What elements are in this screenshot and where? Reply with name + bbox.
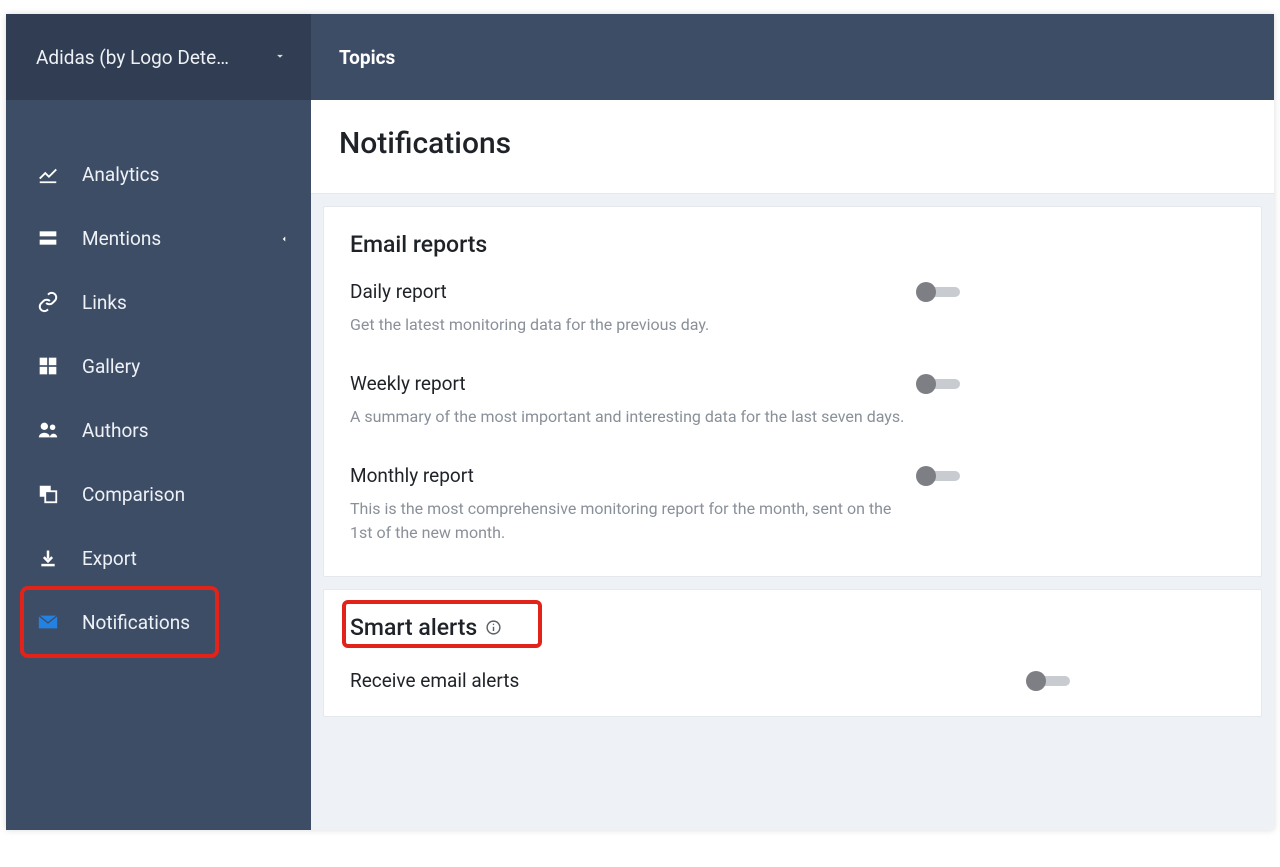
sidebar-item-label: Authors: [82, 419, 149, 442]
caret-left-icon: [279, 229, 289, 248]
sidebar-item-comparison[interactable]: Comparison: [6, 462, 311, 526]
info-icon[interactable]: [485, 619, 502, 636]
sidebar-item-authors[interactable]: Authors: [6, 398, 311, 462]
toggle-knob: [916, 282, 936, 302]
notifications-icon: [36, 610, 60, 634]
main-area: Topics Notifications Email reports Daily…: [311, 14, 1274, 830]
sidebar-item-links[interactable]: Links: [6, 270, 311, 334]
project-selector[interactable]: Adidas (by Logo Dete…: [6, 14, 311, 100]
email-reports-heading: Email reports: [350, 231, 1235, 258]
page-header: Notifications: [311, 100, 1274, 194]
daily-report-desc: Get the latest monitoring data for the p…: [350, 313, 709, 338]
monthly-report-text: Monthly report This is the most comprehe…: [350, 464, 910, 547]
link-icon: [36, 290, 60, 314]
email-reports-card: Email reports Daily report Get the lates…: [323, 206, 1262, 577]
daily-report-text: Daily report Get the latest monitoring d…: [350, 280, 709, 338]
mentions-icon: [36, 226, 60, 250]
daily-report-row: Daily report Get the latest monitoring d…: [350, 280, 960, 338]
sidebar-item-label: Export: [82, 547, 137, 570]
export-icon: [36, 546, 60, 570]
analytics-icon: [36, 162, 60, 186]
smart-alerts-heading-text: Smart alerts: [350, 614, 477, 641]
chevron-down-icon: [273, 48, 287, 67]
app-frame: Adidas (by Logo Dete… Analytics Mentions: [6, 14, 1274, 830]
project-name: Adidas (by Logo Dete…: [36, 46, 229, 69]
sidebar-item-label: Notifications: [82, 611, 190, 634]
gallery-icon: [36, 354, 60, 378]
sidebar-item-mentions[interactable]: Mentions: [6, 206, 311, 270]
sidebar-item-export[interactable]: Export: [6, 526, 311, 590]
toggle-knob: [1026, 671, 1046, 691]
sidebar-item-label: Comparison: [82, 483, 185, 506]
monthly-report-desc: This is the most comprehensive monitorin…: [350, 497, 910, 547]
comparison-icon: [36, 482, 60, 506]
receive-alerts-title: Receive email alerts: [350, 669, 519, 692]
sidebar-item-label: Mentions: [82, 227, 161, 250]
sidebar-item-label: Gallery: [82, 355, 140, 378]
authors-icon: [36, 418, 60, 442]
monthly-report-toggle[interactable]: [916, 466, 960, 486]
daily-report-toggle[interactable]: [916, 282, 960, 302]
toggle-knob: [916, 374, 936, 394]
weekly-report-text: Weekly report A summary of the most impo…: [350, 372, 904, 430]
toggle-knob: [916, 466, 936, 486]
sidebar: Adidas (by Logo Dete… Analytics Mentions: [6, 14, 311, 830]
sidebar-item-label: Analytics: [82, 163, 159, 186]
smart-alerts-heading: Smart alerts: [350, 614, 1235, 641]
sidebar-item-analytics[interactable]: Analytics: [6, 142, 311, 206]
monthly-report-row: Monthly report This is the most comprehe…: [350, 464, 960, 547]
topbar-title: Topics: [339, 46, 395, 69]
receive-alerts-toggle[interactable]: [1026, 671, 1070, 691]
receive-alerts-row: Receive email alerts: [350, 669, 1070, 702]
weekly-report-row: Weekly report A summary of the most impo…: [350, 372, 960, 430]
sidebar-item-gallery[interactable]: Gallery: [6, 334, 311, 398]
weekly-report-title: Weekly report: [350, 372, 904, 395]
page-title: Notifications: [339, 126, 1246, 161]
weekly-report-toggle[interactable]: [916, 374, 960, 394]
sidebar-nav: Analytics Mentions Links: [6, 100, 311, 654]
daily-report-title: Daily report: [350, 280, 709, 303]
weekly-report-desc: A summary of the most important and inte…: [350, 405, 904, 430]
content-scroll: Notifications Email reports Daily report…: [311, 100, 1274, 717]
monthly-report-title: Monthly report: [350, 464, 910, 487]
sidebar-item-notifications[interactable]: Notifications: [6, 590, 311, 654]
sidebar-item-label: Links: [82, 291, 127, 314]
smart-alerts-card: Smart alerts Receive email alerts: [323, 589, 1262, 717]
topbar: Topics: [311, 14, 1274, 100]
receive-alerts-text: Receive email alerts: [350, 669, 519, 702]
